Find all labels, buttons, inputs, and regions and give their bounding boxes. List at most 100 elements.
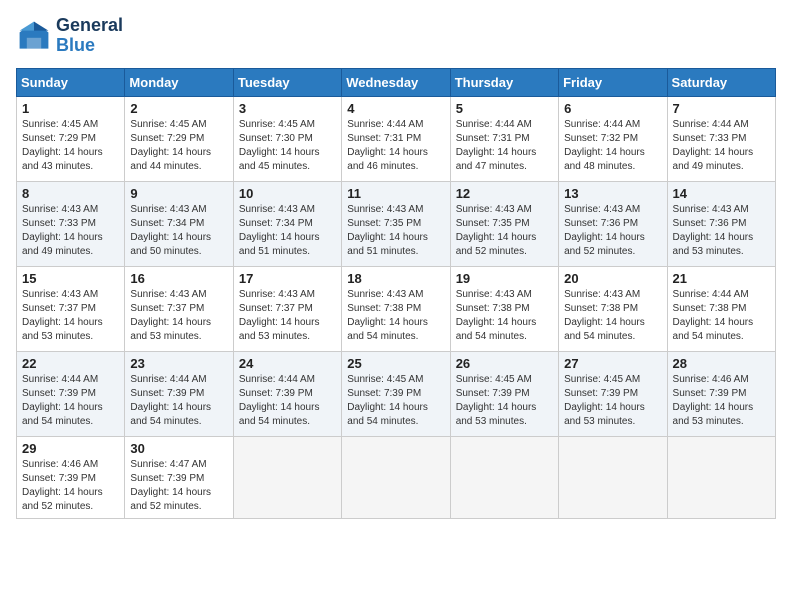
calendar-cell: 16 Sunrise: 4:43 AM Sunset: 7:37 PM Dayl… <box>125 266 233 351</box>
day-number: 28 <box>673 356 770 371</box>
cell-info: Sunrise: 4:43 AM Sunset: 7:34 PM Dayligh… <box>130 203 227 259</box>
day-number: 30 <box>130 441 227 456</box>
calendar-cell: 7 Sunrise: 4:44 AM Sunset: 7:33 PM Dayli… <box>667 96 775 181</box>
calendar-cell: 2 Sunrise: 4:45 AM Sunset: 7:29 PM Dayli… <box>125 96 233 181</box>
cell-info: Sunrise: 4:44 AM Sunset: 7:39 PM Dayligh… <box>130 373 227 429</box>
calendar-cell: 19 Sunrise: 4:43 AM Sunset: 7:38 PM Dayl… <box>450 266 558 351</box>
calendar-cell <box>342 436 450 518</box>
cell-info: Sunrise: 4:45 AM Sunset: 7:29 PM Dayligh… <box>22 118 119 174</box>
cell-info: Sunrise: 4:44 AM Sunset: 7:31 PM Dayligh… <box>456 118 553 174</box>
cell-info: Sunrise: 4:44 AM Sunset: 7:31 PM Dayligh… <box>347 118 444 174</box>
calendar-cell: 10 Sunrise: 4:43 AM Sunset: 7:34 PM Dayl… <box>233 181 341 266</box>
weekday-header-saturday: Saturday <box>667 68 775 96</box>
cell-info: Sunrise: 4:45 AM Sunset: 7:39 PM Dayligh… <box>347 373 444 429</box>
calendar-cell: 26 Sunrise: 4:45 AM Sunset: 7:39 PM Dayl… <box>450 351 558 436</box>
logo: General Blue <box>16 16 123 56</box>
weekday-header-friday: Friday <box>559 68 667 96</box>
weekday-header-thursday: Thursday <box>450 68 558 96</box>
calendar-cell: 27 Sunrise: 4:45 AM Sunset: 7:39 PM Dayl… <box>559 351 667 436</box>
calendar-cell: 20 Sunrise: 4:43 AM Sunset: 7:38 PM Dayl… <box>559 266 667 351</box>
calendar-cell: 29 Sunrise: 4:46 AM Sunset: 7:39 PM Dayl… <box>17 436 125 518</box>
day-number: 24 <box>239 356 336 371</box>
day-number: 13 <box>564 186 661 201</box>
cell-info: Sunrise: 4:43 AM Sunset: 7:35 PM Dayligh… <box>347 203 444 259</box>
cell-info: Sunrise: 4:43 AM Sunset: 7:36 PM Dayligh… <box>673 203 770 259</box>
day-number: 9 <box>130 186 227 201</box>
calendar-cell: 13 Sunrise: 4:43 AM Sunset: 7:36 PM Dayl… <box>559 181 667 266</box>
day-number: 18 <box>347 271 444 286</box>
calendar-cell: 6 Sunrise: 4:44 AM Sunset: 7:32 PM Dayli… <box>559 96 667 181</box>
day-number: 2 <box>130 101 227 116</box>
calendar-cell: 21 Sunrise: 4:44 AM Sunset: 7:38 PM Dayl… <box>667 266 775 351</box>
calendar-cell: 4 Sunrise: 4:44 AM Sunset: 7:31 PM Dayli… <box>342 96 450 181</box>
calendar-cell: 8 Sunrise: 4:43 AM Sunset: 7:33 PM Dayli… <box>17 181 125 266</box>
calendar-cell: 3 Sunrise: 4:45 AM Sunset: 7:30 PM Dayli… <box>233 96 341 181</box>
calendar-header: SundayMondayTuesdayWednesdayThursdayFrid… <box>17 68 776 96</box>
calendar-cell: 9 Sunrise: 4:43 AM Sunset: 7:34 PM Dayli… <box>125 181 233 266</box>
calendar-cell: 24 Sunrise: 4:44 AM Sunset: 7:39 PM Dayl… <box>233 351 341 436</box>
day-number: 7 <box>673 101 770 116</box>
calendar-cell: 25 Sunrise: 4:45 AM Sunset: 7:39 PM Dayl… <box>342 351 450 436</box>
weekday-header-monday: Monday <box>125 68 233 96</box>
day-number: 20 <box>564 271 661 286</box>
cell-info: Sunrise: 4:44 AM Sunset: 7:39 PM Dayligh… <box>239 373 336 429</box>
day-number: 11 <box>347 186 444 201</box>
day-number: 23 <box>130 356 227 371</box>
cell-info: Sunrise: 4:44 AM Sunset: 7:32 PM Dayligh… <box>564 118 661 174</box>
cell-info: Sunrise: 4:45 AM Sunset: 7:30 PM Dayligh… <box>239 118 336 174</box>
calendar-cell: 12 Sunrise: 4:43 AM Sunset: 7:35 PM Dayl… <box>450 181 558 266</box>
weekday-header-wednesday: Wednesday <box>342 68 450 96</box>
cell-info: Sunrise: 4:44 AM Sunset: 7:38 PM Dayligh… <box>673 288 770 344</box>
cell-info: Sunrise: 4:43 AM Sunset: 7:35 PM Dayligh… <box>456 203 553 259</box>
calendar-table: SundayMondayTuesdayWednesdayThursdayFrid… <box>16 68 776 519</box>
logo-icon <box>16 18 52 54</box>
calendar-cell: 15 Sunrise: 4:43 AM Sunset: 7:37 PM Dayl… <box>17 266 125 351</box>
calendar-cell: 14 Sunrise: 4:43 AM Sunset: 7:36 PM Dayl… <box>667 181 775 266</box>
day-number: 1 <box>22 101 119 116</box>
day-number: 16 <box>130 271 227 286</box>
cell-info: Sunrise: 4:44 AM Sunset: 7:33 PM Dayligh… <box>673 118 770 174</box>
day-number: 3 <box>239 101 336 116</box>
day-number: 10 <box>239 186 336 201</box>
day-number: 4 <box>347 101 444 116</box>
day-number: 5 <box>456 101 553 116</box>
cell-info: Sunrise: 4:43 AM Sunset: 7:37 PM Dayligh… <box>130 288 227 344</box>
day-number: 14 <box>673 186 770 201</box>
cell-info: Sunrise: 4:46 AM Sunset: 7:39 PM Dayligh… <box>673 373 770 429</box>
cell-info: Sunrise: 4:46 AM Sunset: 7:39 PM Dayligh… <box>22 458 119 514</box>
day-number: 22 <box>22 356 119 371</box>
calendar-cell: 30 Sunrise: 4:47 AM Sunset: 7:39 PM Dayl… <box>125 436 233 518</box>
day-number: 21 <box>673 271 770 286</box>
day-number: 27 <box>564 356 661 371</box>
calendar-cell <box>233 436 341 518</box>
weekday-header-tuesday: Tuesday <box>233 68 341 96</box>
calendar-cell: 18 Sunrise: 4:43 AM Sunset: 7:38 PM Dayl… <box>342 266 450 351</box>
day-number: 15 <box>22 271 119 286</box>
day-number: 12 <box>456 186 553 201</box>
cell-info: Sunrise: 4:47 AM Sunset: 7:39 PM Dayligh… <box>130 458 227 514</box>
day-number: 17 <box>239 271 336 286</box>
cell-info: Sunrise: 4:44 AM Sunset: 7:39 PM Dayligh… <box>22 373 119 429</box>
calendar-cell: 5 Sunrise: 4:44 AM Sunset: 7:31 PM Dayli… <box>450 96 558 181</box>
page-header: General Blue <box>16 16 776 56</box>
calendar-cell: 23 Sunrise: 4:44 AM Sunset: 7:39 PM Dayl… <box>125 351 233 436</box>
cell-info: Sunrise: 4:43 AM Sunset: 7:34 PM Dayligh… <box>239 203 336 259</box>
day-number: 19 <box>456 271 553 286</box>
day-number: 8 <box>22 186 119 201</box>
cell-info: Sunrise: 4:45 AM Sunset: 7:39 PM Dayligh… <box>456 373 553 429</box>
calendar-cell <box>667 436 775 518</box>
calendar-cell <box>450 436 558 518</box>
day-number: 29 <box>22 441 119 456</box>
calendar-cell: 28 Sunrise: 4:46 AM Sunset: 7:39 PM Dayl… <box>667 351 775 436</box>
cell-info: Sunrise: 4:43 AM Sunset: 7:38 PM Dayligh… <box>347 288 444 344</box>
day-number: 26 <box>456 356 553 371</box>
calendar-cell: 1 Sunrise: 4:45 AM Sunset: 7:29 PM Dayli… <box>17 96 125 181</box>
calendar-cell: 11 Sunrise: 4:43 AM Sunset: 7:35 PM Dayl… <box>342 181 450 266</box>
day-number: 6 <box>564 101 661 116</box>
day-number: 25 <box>347 356 444 371</box>
calendar-cell <box>559 436 667 518</box>
cell-info: Sunrise: 4:43 AM Sunset: 7:37 PM Dayligh… <box>22 288 119 344</box>
logo-text: General Blue <box>56 16 123 56</box>
cell-info: Sunrise: 4:43 AM Sunset: 7:36 PM Dayligh… <box>564 203 661 259</box>
weekday-header-sunday: Sunday <box>17 68 125 96</box>
